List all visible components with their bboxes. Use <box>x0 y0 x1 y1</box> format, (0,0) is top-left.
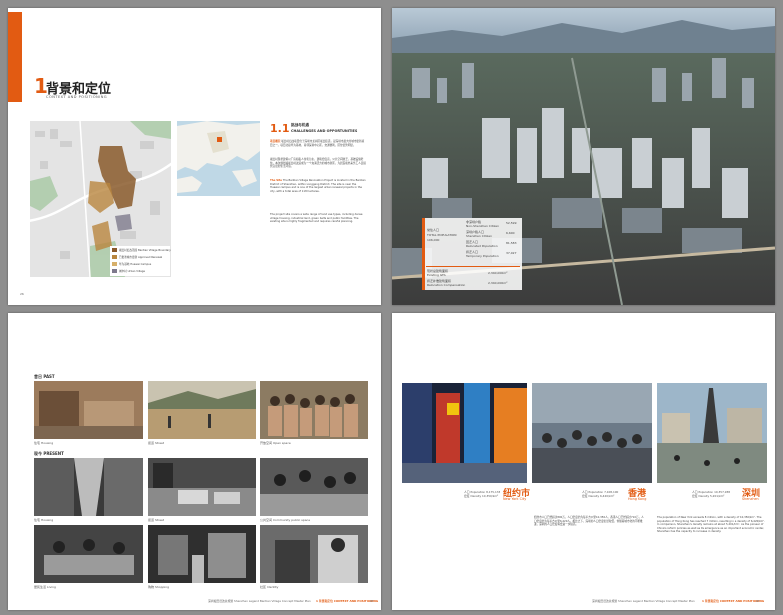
orange-accent-bar <box>8 12 22 102</box>
city-density: 密度 Density 6,420/km² <box>582 494 615 498</box>
paragraph-en-1: The Site The Bantian Village Renovation … <box>270 179 366 193</box>
stat-row-label: Shenzhen Citizen <box>466 234 492 238</box>
footer-title: 深圳坂田旧改总规划 Shenzhen Legend Bantian Villag… <box>208 599 311 603</box>
caption-past: 开放空间 Open space <box>260 441 291 445</box>
comparison-note-cn: 纽约市人口已经超过800万，人口密度约为每平方公里10,350人。香港人口已经超… <box>534 516 644 527</box>
paragraph-text: The Bantian Village Renovation Project i… <box>270 179 366 193</box>
past-label: 昔日 PAST <box>34 374 55 379</box>
photo-shenzhen <box>657 383 767 483</box>
aerial-photo-page: 常住人口 TOTAL POPULATION 106,000 非深圳户籍 Non-… <box>392 8 775 305</box>
stat-row-label: Non-Shenzhen Citizen <box>466 224 500 228</box>
photo-present-living <box>34 525 143 583</box>
city-name-en: New York City <box>503 497 527 501</box>
stat-row-value: 52,599 <box>506 221 517 225</box>
stat-row-value: 37,027 <box>506 251 517 255</box>
photo-present-housing <box>34 458 143 516</box>
caption-present: 住宅 Housing <box>34 518 54 522</box>
city-density: 密度 Density 10,350/km² <box>464 494 499 498</box>
subsection-number: 1.1 <box>270 122 290 135</box>
page-context-and-positioning: 1 背景和定位 CONTEXT AND POSITIONING 坂田村旧改范围 … <box>8 8 381 305</box>
subsection-title-cn: 挑战与机遇 <box>291 123 309 127</box>
stat-row-label: Relocated Population <box>466 244 498 248</box>
stat-label-en: Existing GFA <box>427 273 446 277</box>
city-comparison-page: 人口 Population 8,175,133 密度 Density 10,35… <box>392 313 775 610</box>
stats-divider <box>426 266 520 267</box>
stat-value: 2,340,000m² <box>488 281 508 285</box>
stat-value: 106,000 <box>427 238 440 242</box>
legend-label: 坂田村旧改范围 Bantian Village Boundary <box>119 249 171 252</box>
paragraph-cn-1: 项目概况 坂田村旧改项目位于深圳市龙岗区坂田街道，是深圳市最大的城市更新项目之一… <box>270 140 366 147</box>
footer-section: 1 背景和定位 CONTEXT AND POSITIONING <box>702 599 765 603</box>
section-subtitle: CONTEXT AND POSITIONING <box>46 95 108 99</box>
city-density: 密度 Density 5,201/km² <box>692 494 725 498</box>
paragraph-text: 坂田村旧改项目位于深圳市龙岗区坂田街道，是深圳市最大的城市更新项目之一。项目北接… <box>270 140 365 147</box>
photo-present-identity <box>260 525 368 583</box>
paragraph-lead: 项目概况 <box>270 140 281 143</box>
legend-swatch <box>112 269 117 273</box>
comparison-note-en: The population of New York exceeds 8 mil… <box>657 516 766 534</box>
legend-label: 已批准城市更新 Approved Renewal <box>119 256 163 259</box>
caption-present: 居民生活 Living <box>34 585 56 589</box>
photo-present-public-space <box>260 458 368 516</box>
photo-new-york <box>402 383 527 483</box>
stat-row-value: 81,583 <box>506 241 517 245</box>
page-number: 27 <box>756 599 760 603</box>
page-number: 27 <box>370 599 374 603</box>
subsection-title-en: CHALLENGES AND OPPORTUNITIES <box>291 129 358 133</box>
stat-value: 2,340,000m² <box>488 271 508 275</box>
photo-hong-kong <box>532 383 652 483</box>
regional-map <box>177 121 260 196</box>
present-label: 现今 PRESENT <box>34 451 64 456</box>
footer-section: 1 背景和定位 CONTEXT AND POSITIONING <box>316 599 379 603</box>
city-name-en: Shenzhen <box>742 497 759 501</box>
caption-present: 街道 Street <box>148 518 165 522</box>
photo-past-housing <box>34 381 143 439</box>
paragraph-lead: The Site <box>270 179 283 182</box>
paragraph-en-2: The project site covers a wide range of … <box>270 213 363 224</box>
photo-present-street <box>148 458 256 516</box>
stat-label-en: Relocation Compensation <box>427 283 466 287</box>
caption-past: 住宅 Housing <box>34 441 54 445</box>
caption-present: 社区 Identity <box>260 585 279 589</box>
legend-swatch <box>112 262 117 266</box>
caption-present: 购物 Shopping <box>148 585 170 589</box>
page-number: 26 <box>20 292 24 296</box>
population-stats-panel: 常住人口 TOTAL POPULATION 106,000 非深圳户籍 Non-… <box>422 218 522 290</box>
photo-present-shopping <box>148 525 256 583</box>
photo-past-street <box>148 381 256 439</box>
caption-present: 公共空间 Community public space <box>260 518 311 522</box>
caption-past: 街道 Street <box>148 441 165 445</box>
footer-title: 深圳坂田旧改总规划 Shenzhen Legend Bantian Villag… <box>592 599 695 603</box>
city-name-en: Hong Kong <box>628 497 647 501</box>
past-and-present-page: 昔日 PAST 住宅 Housing 街道 Street 开放空间 Open s… <box>8 313 381 610</box>
photo-past-open-space <box>260 381 368 439</box>
stats-accent-bar <box>422 218 425 290</box>
legend-swatch <box>112 255 117 259</box>
stat-label: 常住人口 <box>427 228 440 232</box>
legend-label: 华为基地 Huawei Campus <box>119 263 152 266</box>
stat-row-value: 6,600 <box>506 231 515 235</box>
legend-swatch <box>112 248 117 252</box>
paragraph-cn-2: 坂田村现状建筑以厂房和私人住宅为主，建筑密度高，公共空间匮乏，基础设施老化。本次… <box>270 158 366 169</box>
map-legend: 坂田村旧改范围 Bantian Village Boundary 已批准城市更新… <box>110 246 171 276</box>
legend-label: 城中村 Urban Village <box>119 270 145 273</box>
stat-row-label: Temporary Population <box>466 254 499 258</box>
stat-label-en: TOTAL POPULATION <box>427 233 457 237</box>
